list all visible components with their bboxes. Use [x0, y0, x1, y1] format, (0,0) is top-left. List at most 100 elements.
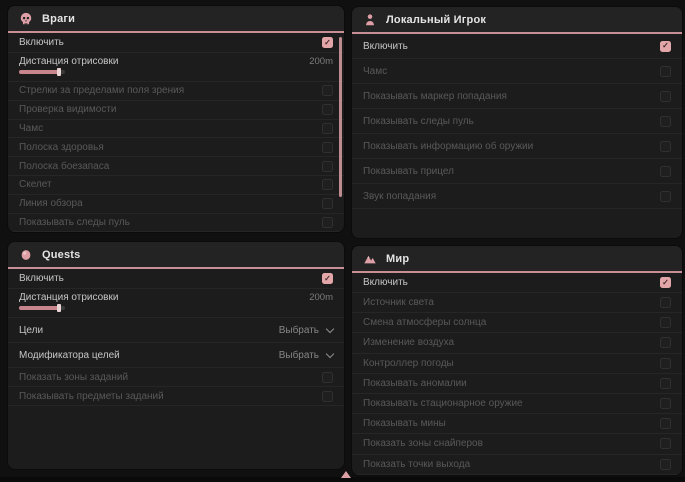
row-label: Показывать мины: [363, 418, 446, 429]
settings-row[interactable]: Показывать маркер попадания: [352, 84, 682, 109]
slider[interactable]: [19, 306, 65, 310]
settings-row[interactable]: Изменение воздуха: [352, 333, 682, 353]
slider-thumb[interactable]: [57, 68, 61, 76]
checkbox[interactable]: [660, 438, 671, 449]
check-icon: ✓: [324, 39, 331, 47]
panel-world-body: Включить ✓ Источник света Смена атмосферы с…: [352, 273, 682, 475]
checkbox[interactable]: [322, 123, 333, 134]
checkbox[interactable]: [322, 372, 333, 383]
checkbox[interactable]: [660, 141, 671, 152]
dropdown[interactable]: Выбрать: [279, 350, 333, 361]
checkbox[interactable]: [322, 217, 333, 228]
panel-local-player-body: Включить✓ЧамсПоказывать маркер попадания…: [352, 34, 682, 209]
settings-row[interactable]: Линия обзора: [8, 195, 344, 214]
checkbox[interactable]: [322, 179, 333, 190]
settings-row[interactable]: Контроллер погоды: [352, 354, 682, 374]
checkbox[interactable]: [322, 85, 333, 96]
checkbox[interactable]: ✓: [660, 41, 671, 52]
panel-quests: Quests Включить✓Дистанция отрисовки200mЦ…: [8, 242, 344, 469]
settings-row[interactable]: Показать точки выхода: [352, 455, 682, 475]
settings-row[interactable]: Полоска здоровья: [8, 138, 344, 157]
quest-circle-icon: [19, 248, 33, 262]
row-label: Изменение воздуха: [363, 337, 454, 348]
slider[interactable]: [19, 70, 65, 74]
panel-world-header[interactable]: Мир: [352, 246, 682, 273]
checkbox[interactable]: [660, 166, 671, 177]
row-label: Полоска здоровья: [19, 142, 104, 153]
checkbox[interactable]: [660, 459, 671, 470]
row-label: Включить: [363, 277, 408, 288]
settings-row[interactable]: Включить✓: [352, 34, 682, 59]
settings-row[interactable]: Проверка видимости: [8, 101, 344, 120]
settings-row[interactable]: Источник света: [352, 293, 682, 313]
settings-row[interactable]: Показывать стационарное оружие: [352, 394, 682, 414]
checkbox[interactable]: [322, 161, 333, 172]
row-label: Показывать информацию об оружии: [363, 141, 533, 152]
settings-row[interactable]: Показывать следы пуль: [352, 109, 682, 134]
row-label: Смена атмосферы солнца: [363, 317, 486, 328]
settings-row[interactable]: Включить ✓: [352, 273, 682, 293]
chevron-down-icon: [326, 324, 334, 332]
checkbox[interactable]: [322, 142, 333, 153]
checkbox[interactable]: [660, 116, 671, 127]
settings-row[interactable]: Показать зоны заданий: [8, 368, 344, 387]
panel-title: Quests: [42, 249, 81, 261]
settings-row[interactable]: Показать зоны снайперов: [352, 434, 682, 454]
checkbox[interactable]: [322, 198, 333, 209]
mountain-icon: [363, 252, 377, 266]
checkbox[interactable]: [660, 191, 671, 202]
row-label: Проверка видимости: [19, 104, 117, 115]
checkbox[interactable]: [660, 91, 671, 102]
settings-row[interactable]: Показывать информацию об оружии: [352, 134, 682, 159]
panel-quests-header[interactable]: Quests: [8, 242, 344, 269]
row-label: Показать зоны снайперов: [363, 438, 483, 449]
checkbox[interactable]: [660, 358, 671, 369]
row-label: Стрелки за пределами поля зрения: [19, 85, 184, 96]
panel-local-player-header[interactable]: Локальный Игрок: [352, 7, 682, 34]
panel-title: Мир: [386, 253, 409, 265]
settings-row[interactable]: Показывать мины: [352, 414, 682, 434]
checkbox[interactable]: [322, 391, 333, 402]
settings-row[interactable]: Дистанция отрисовки200m: [8, 53, 344, 82]
checkbox[interactable]: ✓: [660, 277, 671, 288]
row-label: Скелет: [19, 179, 52, 190]
scrollbar[interactable]: [339, 37, 342, 197]
settings-row[interactable]: Скелет: [8, 176, 344, 195]
settings-row[interactable]: Модификатора целейВыбрать: [8, 343, 344, 368]
settings-row[interactable]: Стрелки за пределами поля зрения: [8, 82, 344, 101]
checkbox[interactable]: [660, 418, 671, 429]
settings-row[interactable]: Звук попадания: [352, 184, 682, 209]
checkbox[interactable]: ✓: [322, 273, 333, 284]
checkbox[interactable]: [660, 337, 671, 348]
settings-row[interactable]: ЦелиВыбрать: [8, 318, 344, 343]
settings-row[interactable]: Чамс: [8, 120, 344, 139]
checkbox[interactable]: [660, 317, 671, 328]
settings-row[interactable]: Показывать предметы заданий: [8, 387, 344, 406]
row-label: Показывать аномалии: [363, 378, 467, 389]
row-label: Показать точки выхода: [363, 459, 470, 470]
row-label: Показывать предметы заданий: [19, 391, 164, 402]
settings-row[interactable]: Включить✓: [8, 33, 344, 53]
settings-row[interactable]: Дистанция отрисовки200m: [8, 289, 344, 318]
checkbox[interactable]: [660, 378, 671, 389]
settings-row[interactable]: Чамс: [352, 59, 682, 84]
settings-row[interactable]: Включить✓: [8, 269, 344, 289]
settings-row[interactable]: Показывать следы пуль: [8, 214, 344, 232]
dropdown[interactable]: Выбрать: [279, 325, 333, 336]
settings-row[interactable]: Смена атмосферы солнца: [352, 313, 682, 333]
slider-thumb[interactable]: [57, 304, 61, 312]
person-icon: [363, 13, 377, 27]
checkbox[interactable]: [660, 66, 671, 77]
settings-row[interactable]: Показывать прицел: [352, 159, 682, 184]
row-label: Дистанция отрисовки: [19, 56, 118, 67]
settings-row[interactable]: Показывать аномалии: [352, 374, 682, 394]
cursor-icon: [341, 471, 351, 478]
checkbox[interactable]: [660, 398, 671, 409]
checkbox[interactable]: ✓: [322, 37, 333, 48]
checkbox[interactable]: [322, 104, 333, 115]
row-label: Звук попадания: [363, 191, 436, 202]
settings-row[interactable]: Полоска боезапаса: [8, 157, 344, 176]
panel-title: Враги: [42, 13, 75, 25]
panel-enemies-header[interactable]: Враги: [8, 6, 344, 33]
checkbox[interactable]: [660, 297, 671, 308]
